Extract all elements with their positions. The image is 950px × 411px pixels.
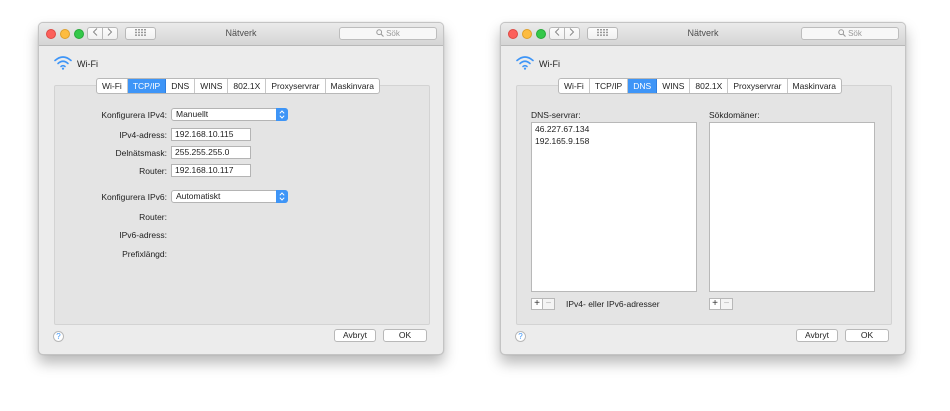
help-button[interactable]: ? [53,331,64,342]
tab-8021x[interactable]: 802.1X [228,79,267,93]
subnet-field[interactable]: 255.255.255.0 [171,146,251,159]
tab-wifi[interactable]: Wi-Fi [559,79,590,93]
search-domains-list[interactable] [709,122,875,292]
tab-wins[interactable]: WINS [657,79,691,93]
help-icon: ? [56,332,61,341]
ipv4-config-label: Konfigurera IPv4: [101,110,167,120]
dns-panel: DNS-servrar: 46.227.67.134 192.165.9.158… [516,85,892,325]
popup-arrows-icon [276,190,288,203]
search-field[interactable]: Sök [801,27,899,40]
tab-tcpip[interactable]: TCP/IP [127,79,167,93]
dns-servers-controls: + − [531,298,555,310]
prefix-length-label: Prefixlängd: [122,249,167,259]
search-placeholder: Sök [386,29,400,38]
tab-tcpip[interactable]: TCP/IP [590,79,629,93]
router-label: Router: [139,166,167,176]
ipv4-config-value: Manuellt [176,109,209,119]
router-field[interactable]: 192.168.10.117 [171,164,251,177]
tcpip-panel: Konfigurera IPv4: Manuellt IPv4-adress: … [54,85,430,325]
add-domain-button[interactable]: + [709,298,721,310]
tab-wins[interactable]: WINS [195,79,229,93]
dns-hint-text: IPv4- eller IPv6-adresser [566,299,660,309]
ipv6-config-label: Konfigurera IPv6: [101,192,167,202]
search-field[interactable]: Sök [339,27,437,40]
list-item[interactable]: 192.165.9.158 [532,135,696,147]
ok-button[interactable]: OK [383,329,427,342]
tab-hardware[interactable]: Maskinvara [788,79,841,93]
ipv6-address-label: IPv6-adress: [119,230,167,240]
popup-arrows-icon [276,108,288,121]
list-item[interactable]: 46.227.67.134 [532,123,696,135]
search-icon [376,29,384,37]
tab-wifi[interactable]: Wi-Fi [97,79,128,93]
ipv6-router-label: Router: [139,212,167,222]
add-server-button[interactable]: + [531,298,543,310]
titlebar[interactable]: Nätverk Sök [501,23,905,46]
ipv6-config-popup[interactable]: Automatiskt [171,190,288,203]
dns-servers-list[interactable]: 46.227.67.134 192.165.9.158 [531,122,697,292]
tab-proxy[interactable]: Proxyservrar [266,79,326,93]
tab-bar: Wi-Fi TCP/IP DNS WINS 802.1X Proxyservra… [558,78,842,94]
tab-hardware[interactable]: Maskinvara [326,79,379,93]
ipv4-config-popup[interactable]: Manuellt [171,108,288,121]
ok-button[interactable]: OK [845,329,889,342]
tab-dns[interactable]: DNS [628,79,658,93]
dns-servers-label: DNS-servrar: [531,110,581,120]
help-button[interactable]: ? [515,331,526,342]
remove-server-button[interactable]: − [543,298,555,310]
ipv4-address-field[interactable]: 192.168.10.115 [171,128,251,141]
wifi-icon [54,56,72,70]
interface-name: Wi-Fi [539,59,560,69]
interface-name: Wi-Fi [77,59,98,69]
search-domains-controls: + − [709,298,733,310]
ipv4-address-label: IPv4-adress: [119,130,167,140]
network-window-tcpip: Nätverk Sök Wi-Fi Wi-Fi TCP/IP DNS WINS … [38,22,444,355]
help-icon: ? [518,332,523,341]
ipv6-config-value: Automatiskt [176,191,221,201]
search-placeholder: Sök [848,29,862,38]
wifi-icon [516,56,534,70]
remove-domain-button[interactable]: − [721,298,733,310]
search-domains-label: Sökdomäner: [709,110,760,120]
subnet-label: Delnätsmask: [115,148,168,158]
titlebar[interactable]: Nätverk Sök [39,23,443,46]
tab-8021x[interactable]: 802.1X [690,79,729,93]
tab-proxy[interactable]: Proxyservrar [728,79,788,93]
cancel-button[interactable]: Avbryt [796,329,838,342]
tab-dns[interactable]: DNS [166,79,196,93]
cancel-button[interactable]: Avbryt [334,329,376,342]
tab-bar: Wi-Fi TCP/IP DNS WINS 802.1X Proxyservra… [96,78,380,94]
network-window-dns: Nätverk Sök Wi-Fi Wi-Fi TCP/IP DNS WINS … [500,22,906,355]
search-icon [838,29,846,37]
